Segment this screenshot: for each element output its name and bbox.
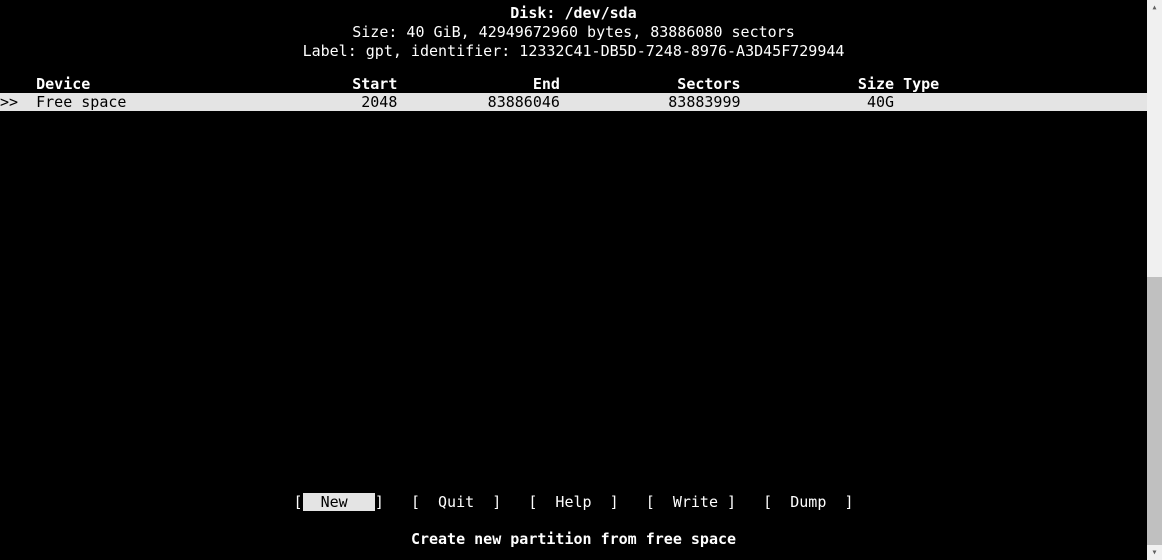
row-selector-icon: >> [0,93,36,111]
menu-gap [384,493,411,511]
disk-header: Disk: /dev/sda Size: 40 GiB, 42949672960… [0,4,1147,61]
menu-bracket-right: ] [492,493,501,511]
disk-prefix: Disk: [510,4,564,22]
disk-label-line: Label: gpt, identifier: 12332C41-DB5D-72… [0,42,1147,61]
menu-button-write[interactable]: Write [655,493,727,511]
table-header-row: Device Start End Sectors Size Type [0,75,1147,93]
menu-bracket-right: ] [610,493,619,511]
menu-bracket-right: ] [375,493,384,511]
scrollbar-track[interactable] [1147,15,1162,545]
menu-bracket-right: ] [844,493,853,511]
menu-gap [501,493,528,511]
scrollbar-thumb[interactable] [1147,277,1162,545]
menu-row: [ New ] [ Quit ] [ Help ] [ Write ] [ Du… [0,493,1147,512]
row-content: Free space 2048 83886046 83883999 40G [36,93,903,111]
menu-bracket-left: [ [411,493,420,511]
disk-size-line: Size: 40 GiB, 42949672960 bytes, 8388608… [0,23,1147,42]
partition-table: Device Start End Sectors Size Type >> Fr… [0,75,1147,111]
table-row[interactable]: >> Free space 2048 83886046 83883999 40G [0,93,1147,111]
disk-path: /dev/sda [564,4,636,22]
menu-gap [736,493,763,511]
disk-title-line: Disk: /dev/sda [0,4,1147,23]
menu-button-help[interactable]: Help [537,493,609,511]
menu-bracket-left: [ [646,493,655,511]
menu-button-new[interactable]: New [303,493,375,511]
scrollbar[interactable]: ▴ ▾ [1147,0,1162,560]
menu-gap [619,493,646,511]
menu-bracket-left: [ [294,493,303,511]
menu-bracket-right: ] [727,493,736,511]
scroll-up-arrow-icon[interactable]: ▴ [1147,0,1162,15]
scroll-down-arrow-icon[interactable]: ▾ [1147,545,1162,560]
hint-text: Create new partition from free space [0,530,1147,549]
table-body: >> Free space 2048 83886046 83883999 40G [0,93,1147,111]
menu-button-quit[interactable]: Quit [420,493,492,511]
menu-bracket-left: [ [763,493,772,511]
menu-button-dump[interactable]: Dump [772,493,844,511]
terminal-window: Disk: /dev/sda Size: 40 GiB, 42949672960… [0,0,1147,560]
